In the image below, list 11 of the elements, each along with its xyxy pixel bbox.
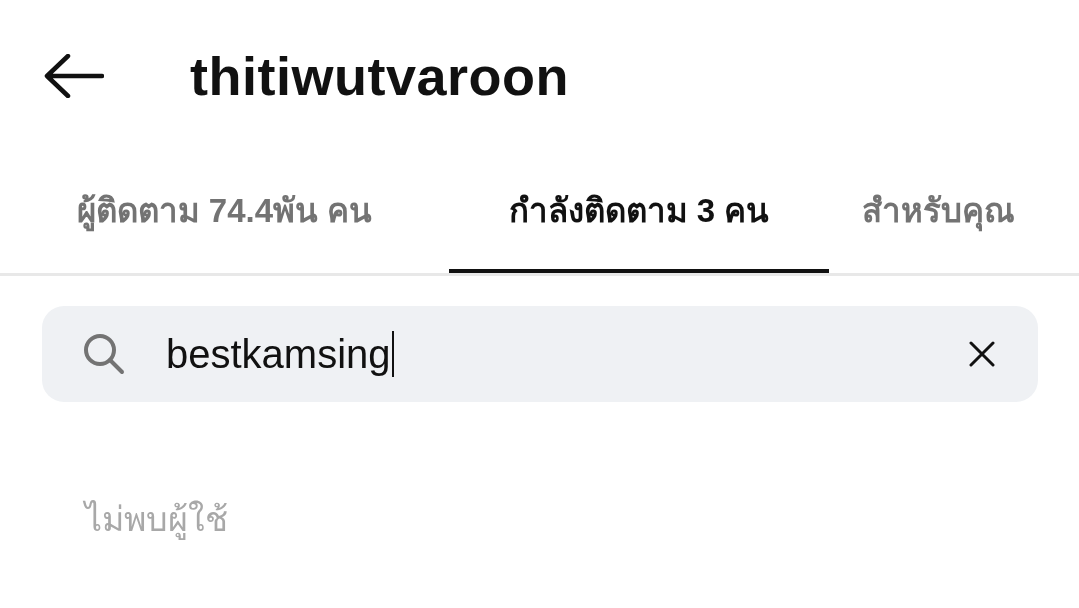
- close-icon: [969, 341, 995, 367]
- search-icon: [82, 332, 126, 376]
- tab[interactable]: สำหรับคุณ: [829, 152, 1079, 273]
- search-field[interactable]: bestkamsing: [42, 306, 1038, 402]
- search-text: bestkamsing: [166, 331, 391, 377]
- back-button[interactable]: [44, 54, 104, 98]
- no-results-message: ไม่พบผู้ใช้: [85, 499, 229, 542]
- back-arrow-icon: [44, 54, 104, 98]
- tab[interactable]: กำลังติดตาม 3 คน: [449, 152, 829, 273]
- tab[interactable]: ผู้ติดตาม 74.4พัน คน: [0, 152, 449, 273]
- profile-username: thitiwutvaroon: [190, 45, 569, 107]
